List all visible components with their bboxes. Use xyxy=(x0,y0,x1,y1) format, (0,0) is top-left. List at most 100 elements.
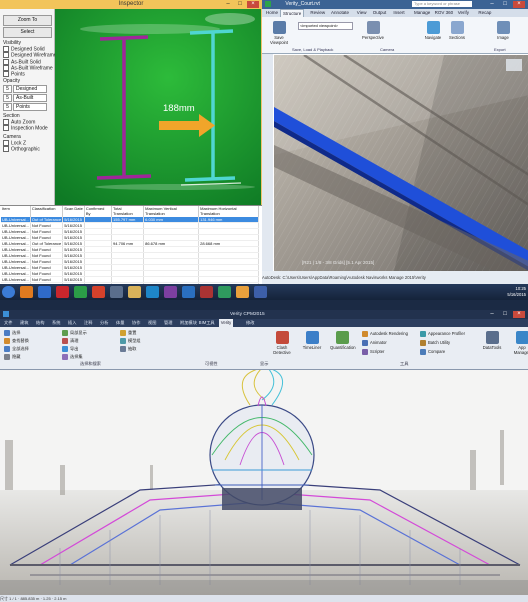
tool-button-6[interactable]: Appearance Profiler xyxy=(420,331,465,337)
tab-8[interactable]: 协作 xyxy=(130,319,142,327)
ribbon-item-0[interactable]: 选择 xyxy=(4,330,20,336)
checkbox-icon[interactable] xyxy=(3,140,9,146)
viewpoint-dropdown[interactable]: <imported viewpoint> xyxy=(298,22,353,30)
maximize-icon[interactable]: □ xyxy=(499,1,511,8)
tab-9[interactable]: Verify xyxy=(456,9,471,17)
tab-3[interactable]: Annotate xyxy=(329,9,351,17)
ribbon-item-10[interactable]: 抽取 xyxy=(120,346,136,352)
checkbox-icon[interactable] xyxy=(3,119,9,125)
opacity-target-select[interactable]: Points xyxy=(13,103,47,111)
tab-10[interactable]: 管理 xyxy=(162,319,174,327)
column-header[interactable]: Classification xyxy=(30,206,64,217)
tool-button-5[interactable]: Scripter xyxy=(362,349,384,355)
start-button-icon[interactable] xyxy=(2,286,15,298)
section-checkbox-1[interactable]: Inspection Mode xyxy=(3,125,48,132)
column-header[interactable]: Confirmed By xyxy=(84,206,113,217)
app-icon-12[interactable] xyxy=(218,286,231,298)
ribbon-item-3[interactable]: 隐藏 xyxy=(4,354,20,360)
tab-2[interactable]: Review xyxy=(308,9,327,17)
app-icon-7[interactable] xyxy=(128,286,141,298)
column-header[interactable]: Maximum Horizontal Translation xyxy=(198,206,259,217)
column-header[interactable]: Item xyxy=(1,206,31,217)
close-icon[interactable]: × xyxy=(513,1,525,8)
inspector-3d-viewport[interactable]: 188mm xyxy=(55,9,261,205)
tool-button-4[interactable]: Animator xyxy=(362,340,387,346)
pointcloud-model-viewport[interactable] xyxy=(0,370,528,595)
tab-7[interactable]: 体量 xyxy=(114,319,126,327)
minimize-icon[interactable]: – xyxy=(486,311,498,318)
minimize-icon[interactable]: – xyxy=(222,1,234,8)
app-icon-1[interactable] xyxy=(20,286,33,298)
app-icon-6[interactable] xyxy=(110,286,123,298)
app-icon-10[interactable] xyxy=(182,286,195,298)
column-header[interactable]: Scan Date xyxy=(62,206,85,217)
tab-4[interactable]: 插入 xyxy=(66,319,78,327)
ribbon-item-7[interactable]: 选择集 xyxy=(62,354,83,360)
sections-button[interactable]: Sections xyxy=(446,21,468,40)
tool-button-7[interactable]: Batch Utility xyxy=(420,340,450,346)
tab-7[interactable]: Manage xyxy=(412,9,432,17)
tab-0[interactable]: 文件 xyxy=(2,319,14,327)
maximize-icon[interactable]: □ xyxy=(234,1,246,8)
tab-3[interactable]: 系统 xyxy=(50,319,62,327)
close-icon[interactable]: × xyxy=(513,311,525,318)
checkbox-icon[interactable] xyxy=(3,71,9,78)
checkbox-icon[interactable] xyxy=(3,64,9,71)
ribbon-item-6[interactable]: 导出 xyxy=(62,346,78,352)
tab-8[interactable]: ROV 360 xyxy=(433,9,456,17)
table-row[interactable]: UB-Universal... Out of Tolerance 5/16/2015… xyxy=(1,240,259,247)
select-button[interactable]: Select xyxy=(3,27,52,38)
minimize-icon[interactable]: – xyxy=(486,1,498,8)
tab-10[interactable]: Recap xyxy=(476,9,493,17)
app-icon-5[interactable] xyxy=(92,286,105,298)
ribbon-item-5[interactable]: 清理 xyxy=(62,338,78,344)
checkbox-icon[interactable] xyxy=(3,46,9,52)
tab-5[interactable]: 注释 xyxy=(82,319,94,327)
visibility-checkbox-4[interactable]: Points xyxy=(3,71,57,78)
tool-button-8[interactable]: Compare xyxy=(420,349,445,355)
opacity-target-select[interactable]: Designed xyxy=(13,85,47,93)
tab-11[interactable]: 附加模块 xyxy=(178,319,199,327)
tool-button-1[interactable]: TimeLiner xyxy=(300,331,324,350)
ribbon-item-9[interactable]: 模型组 xyxy=(120,338,141,344)
tool-button-2[interactable]: Quantification xyxy=(330,331,356,350)
app-icon-13[interactable] xyxy=(236,286,249,298)
scan-photo-viewport[interactable]: [R21 | 1/8 - 3/8 Grids] [5.1 Apr 2015] xyxy=(273,54,528,272)
tool-button-0[interactable]: Clash Detective xyxy=(270,331,294,355)
tool-button-9[interactable]: DataTools xyxy=(480,331,504,350)
tab-14[interactable]: 修改 xyxy=(244,319,256,327)
table-row[interactable]: UB-Universal... Out of Tolerance 5/16/2015… xyxy=(1,217,259,223)
opacity-value-input[interactable]: 5 xyxy=(3,103,12,111)
app-icon-14[interactable] xyxy=(254,286,267,298)
tool-button-3[interactable]: Autodesk Rendering xyxy=(362,331,408,337)
column-header[interactable]: Maximum Vertical Translation xyxy=(143,206,200,217)
app-icon-4[interactable] xyxy=(74,286,87,298)
checkbox-icon[interactable] xyxy=(3,146,9,153)
ribbon-item-2[interactable]: 全部选择 xyxy=(4,346,29,352)
tab-4[interactable]: View xyxy=(355,9,369,17)
app-icon-9[interactable] xyxy=(164,286,177,298)
checkbox-icon[interactable] xyxy=(3,52,9,59)
camera-checkbox-1[interactable]: Orthographic xyxy=(3,146,40,153)
tab-1[interactable]: 建筑 xyxy=(18,319,30,327)
opacity-target-select[interactable]: As-Built xyxy=(13,94,47,102)
save-viewpoint-button[interactable]: Save Viewpoint xyxy=(268,21,290,45)
opacity-value-input[interactable]: 5 xyxy=(3,94,12,102)
app-icon-3[interactable] xyxy=(56,286,69,298)
app-icon-8[interactable] xyxy=(146,286,159,298)
perspective-button[interactable]: Perspective xyxy=(362,21,384,40)
ribbon-item-4[interactable]: 局部显示 xyxy=(62,330,87,336)
opacity-value-input[interactable]: 5 xyxy=(3,85,12,93)
checkbox-icon[interactable] xyxy=(3,125,9,132)
ribbon-item-1[interactable]: 查找替换 xyxy=(4,338,29,344)
image-button[interactable]: Image xyxy=(492,21,514,40)
tool-button-10[interactable]: App Manager xyxy=(510,331,528,355)
tab-0[interactable]: Home xyxy=(264,9,280,17)
zoom-to-button[interactable]: Zoom To xyxy=(3,15,52,26)
tab-5[interactable]: Output xyxy=(371,9,389,17)
app-icon-11[interactable] xyxy=(200,286,213,298)
column-header[interactable]: Total Translation xyxy=(111,206,145,217)
tab-12[interactable]: BIM工具 xyxy=(197,319,217,327)
tab-6[interactable]: 分析 xyxy=(98,319,110,327)
tab-13[interactable]: Verity xyxy=(218,319,234,327)
